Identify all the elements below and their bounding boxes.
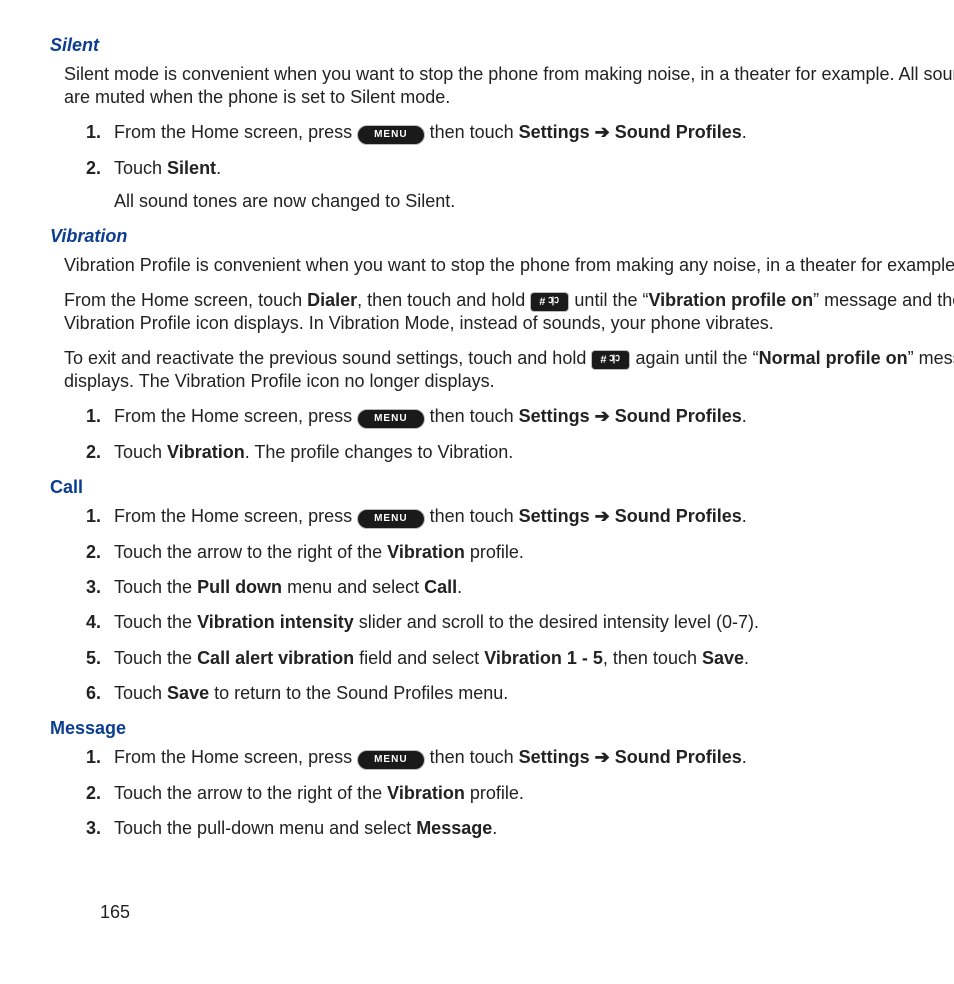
steps-call: From the Home screen, press MENU then to…	[50, 505, 954, 704]
text: Touch the	[114, 577, 197, 597]
menu-button-icon: MENU	[357, 409, 424, 429]
heading-vibration: Vibration	[50, 225, 954, 248]
bold: Vibration 1 - 5	[484, 648, 603, 668]
text: Touch the	[114, 648, 197, 668]
bold: Vibration	[167, 442, 245, 462]
text: .	[216, 158, 221, 178]
bold: Sound Profiles	[615, 406, 742, 426]
text: Touch	[114, 683, 167, 703]
bold: Sound Profiles	[615, 747, 742, 767]
bold: Normal profile on	[759, 348, 908, 368]
bold: Settings	[519, 506, 590, 526]
step-silent-1: From the Home screen, press MENU then to…	[114, 121, 954, 145]
text: . The profile changes to Vibration.	[245, 442, 514, 462]
text: .	[492, 818, 497, 838]
text: then touch	[430, 122, 519, 142]
text: , then touch	[603, 648, 702, 668]
steps-message: From the Home screen, press MENU then to…	[50, 746, 954, 840]
para-vibration-1: Vibration Profile is convenient when you…	[50, 254, 954, 277]
text: .	[742, 406, 747, 426]
text: again until the “	[635, 348, 758, 368]
bold: Save	[702, 648, 744, 668]
text: To exit and reactivate the previous soun…	[64, 348, 591, 368]
bold: Call	[424, 577, 457, 597]
step-call-6: Touch Save to return to the Sound Profil…	[114, 682, 954, 705]
step-message-3: Touch the pull-down menu and select Mess…	[114, 817, 954, 840]
steps-silent: From the Home screen, press MENU then to…	[50, 121, 954, 213]
step-silent-2: Touch Silent. All sound tones are now ch…	[114, 157, 954, 213]
arrow-icon: ➔	[590, 406, 615, 426]
heading-message: Message	[50, 717, 954, 740]
text: to return to the Sound Profiles menu.	[209, 683, 508, 703]
step-call-3: Touch the Pull down menu and select Call…	[114, 576, 954, 599]
para-vibration-2: From the Home screen, touch Dialer, then…	[50, 289, 954, 335]
text: profile.	[465, 542, 524, 562]
bold: Vibration	[387, 542, 465, 562]
text: then touch	[430, 506, 519, 526]
menu-button-icon: MENU	[357, 750, 424, 770]
bold: Save	[167, 683, 209, 703]
pound-key-icon: #	[591, 350, 630, 370]
text: , then touch and hold	[357, 290, 530, 310]
bold: Pull down	[197, 577, 282, 597]
para-vibration-3: To exit and reactivate the previous soun…	[50, 347, 954, 393]
steps-vibration: From the Home screen, press MENU then to…	[50, 405, 954, 464]
bold: Settings	[519, 122, 590, 142]
step-vibration-2: Touch Vibration. The profile changes to …	[114, 441, 954, 464]
page-number: 165	[100, 901, 130, 924]
bold: Settings	[519, 406, 590, 426]
step-vibration-1: From the Home screen, press MENU then to…	[114, 405, 954, 429]
menu-button-icon: MENU	[357, 125, 424, 145]
bold: Message	[416, 818, 492, 838]
text: profile.	[465, 783, 524, 803]
pound-key-icon: #	[530, 292, 569, 312]
bold: Sound Profiles	[615, 122, 742, 142]
arrow-icon: ➔	[590, 747, 615, 767]
arrow-icon: ➔	[590, 506, 615, 526]
text: From the Home screen, press	[114, 122, 357, 142]
heading-call: Call	[50, 476, 954, 499]
text: .	[457, 577, 462, 597]
text: All sound tones are now changed to Silen…	[114, 190, 954, 213]
text: until the “	[574, 290, 648, 310]
heading-silent: Silent	[50, 34, 954, 57]
text: From the Home screen, touch	[64, 290, 307, 310]
page: Silent Silent mode is convenient when yo…	[50, 34, 954, 954]
bold: Vibration profile on	[648, 290, 813, 310]
step-call-5: Touch the Call alert vibration field and…	[114, 647, 954, 670]
menu-button-icon: MENU	[357, 509, 424, 529]
text: field and select	[354, 648, 484, 668]
step-call-4: Touch the Vibration intensity slider and…	[114, 611, 954, 634]
text: From the Home screen, press	[114, 506, 357, 526]
text: From the Home screen, press	[114, 747, 357, 767]
step-message-1: From the Home screen, press MENU then to…	[114, 746, 954, 770]
bold: Sound Profiles	[615, 506, 742, 526]
text: Touch	[114, 442, 167, 462]
bold: Vibration	[387, 783, 465, 803]
text: .	[742, 122, 747, 142]
para-silent-intro: Silent mode is convenient when you want …	[50, 63, 954, 109]
text: From the Home screen, press	[114, 406, 357, 426]
arrow-icon: ➔	[590, 122, 615, 142]
step-call-2: Touch the arrow to the right of the Vibr…	[114, 541, 954, 564]
bold: Call alert vibration	[197, 648, 354, 668]
step-call-1: From the Home screen, press MENU then to…	[114, 505, 954, 529]
bold: Silent	[167, 158, 216, 178]
text: menu and select	[282, 577, 424, 597]
text: .	[744, 648, 749, 668]
text: Touch the pull-down menu and select	[114, 818, 416, 838]
text: Touch the arrow to the right of the	[114, 783, 387, 803]
text: then touch	[430, 747, 519, 767]
text: then touch	[430, 406, 519, 426]
bold: Dialer	[307, 290, 357, 310]
text: .	[742, 747, 747, 767]
text: Touch the arrow to the right of the	[114, 542, 387, 562]
bold: Vibration intensity	[197, 612, 354, 632]
text: Touch the	[114, 612, 197, 632]
text: .	[742, 506, 747, 526]
bold: Settings	[519, 747, 590, 767]
text: slider and scroll to the desired intensi…	[354, 612, 759, 632]
text: Touch	[114, 158, 167, 178]
step-message-2: Touch the arrow to the right of the Vibr…	[114, 782, 954, 805]
